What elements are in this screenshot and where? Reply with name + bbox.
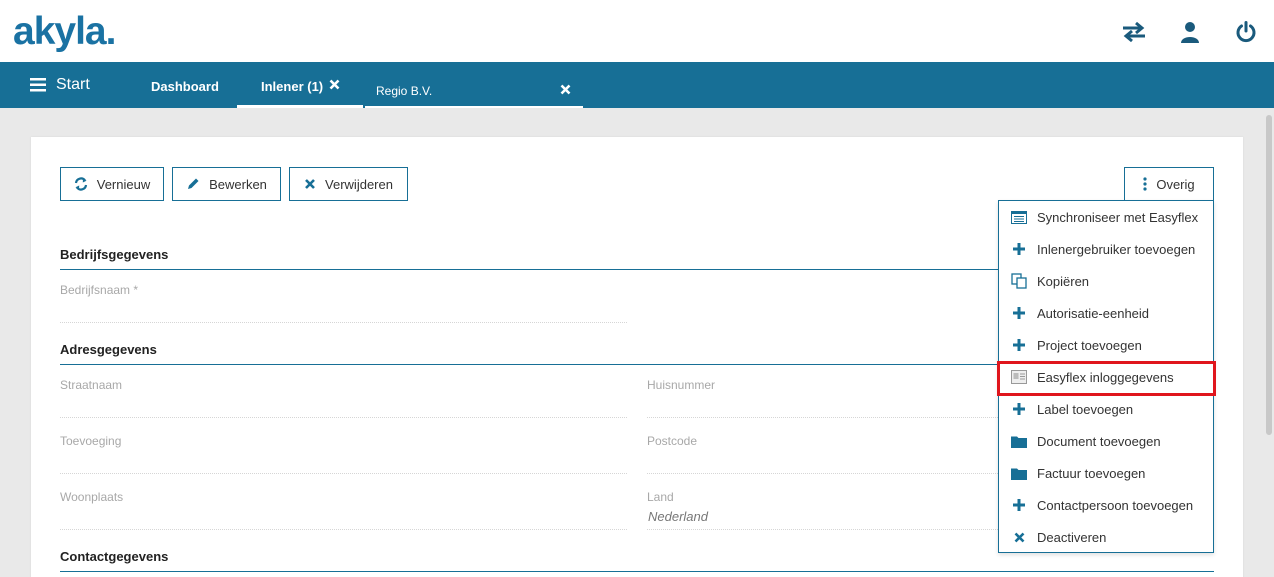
straatnaam-input[interactable] [60,417,627,418]
tab-regio[interactable]: Regio B.V. [365,62,583,108]
menu-item-label: Label toevoegen [1037,402,1134,417]
menu-item-inlenergebruiker[interactable]: Inlenergebruiker toevoegen [999,233,1213,265]
field-label-woonplaats: Woonplaats [60,490,124,504]
menu-item-factuur[interactable]: Factuur toevoegen [999,457,1213,489]
start-label: Start [56,76,90,93]
menu-item-deactiveren[interactable]: Deactiveren [999,521,1213,553]
vertical-dots-icon [1143,177,1147,191]
bedrijfsnaam-input[interactable] [60,322,627,323]
plus-icon [1011,497,1027,513]
field-label-straatnaam: Straatnaam [60,378,123,392]
tab-inlener[interactable]: Inlener (1) [237,62,363,108]
refresh-label: Vernieuw [96,176,151,192]
edit-button[interactable]: Bewerken [172,167,281,201]
section-title-bedrijfsgegevens: Bedrijfsgegevens [60,247,169,262]
woonplaats-input[interactable] [60,529,627,530]
menu-item-synchroniseer[interactable]: Synchroniseer met Easyflex [999,201,1213,233]
menu-item-kopieren[interactable]: Kopiëren [999,265,1213,297]
postcode-input[interactable] [647,473,998,474]
folder-icon [1011,465,1027,481]
list-icon [1011,209,1027,225]
land-input[interactable] [647,529,998,530]
delete-button[interactable]: Verwijderen [289,167,408,201]
land-value[interactable]: Nederland [648,509,708,524]
section-divider [60,571,1214,572]
tab-dashboard[interactable]: Dashboard [151,79,219,94]
field-label-toevoeging: Toevoeging [60,434,122,448]
section-title-adresgegevens: Adresgegevens [60,342,157,357]
user-icon[interactable] [1176,18,1204,46]
field-label-land: Land [647,490,674,504]
close-tab-icon[interactable] [560,84,571,98]
folder-icon [1011,433,1027,449]
menu-item-label: Deactiveren [1037,530,1107,545]
plus-icon [1011,305,1027,321]
plus-icon [1011,241,1027,257]
pencil-icon [188,178,199,189]
page-scrollbar[interactable] [1266,115,1272,435]
menu-item-label: Synchroniseer met Easyflex [1037,210,1199,225]
menu-item-autorisatie[interactable]: Autorisatie-eenheid [999,297,1213,329]
menu-item-label: Document toevoegen [1037,434,1161,449]
menu-item-label-toevoegen[interactable]: Label toevoegen [999,393,1213,425]
menu-item-label: Autorisatie-eenheid [1037,306,1150,321]
tab-inlener-label: Inlener (1) [261,79,324,94]
close-icon [1011,529,1027,545]
app-header: akyla. [0,0,1274,62]
start-menu-button[interactable]: Start [30,76,90,94]
main-navbar: Start Dashboard Inlener (1) Regio B.V. [0,62,1274,108]
highlight-box [997,361,1216,396]
menu-item-label: Contactpersoon toevoegen [1037,498,1194,513]
plus-icon [1011,401,1027,417]
field-label-huisnummer: Huisnummer [647,378,716,392]
edit-label: Bewerken [209,176,267,192]
menu-item-document[interactable]: Document toevoegen [999,425,1213,457]
field-label-bedrijfsnaam: Bedrijfsnaam * [60,283,139,297]
delete-label: Verwijderen [325,176,393,192]
field-label-postcode: Postcode [647,434,698,448]
power-icon[interactable] [1232,18,1260,46]
huisnummer-input[interactable] [647,417,998,418]
close-icon [305,179,315,189]
menu-item-project[interactable]: Project toevoegen [999,329,1213,361]
section-title-contactgegevens: Contactgegevens [60,549,169,564]
hamburger-icon [30,78,46,92]
copy-icon [1011,273,1027,289]
menu-item-label: Kopiëren [1037,274,1090,289]
menu-item-contactpersoon[interactable]: Contactpersoon toevoegen [999,489,1213,521]
refresh-icon [74,177,87,191]
menu-item-label: Project toevoegen [1037,338,1142,353]
tab-regio-label: Regio B.V. [376,84,433,98]
akyla-logo[interactable]: akyla. [13,10,116,54]
menu-item-label: Factuur toevoegen [1037,466,1146,481]
more-options-button[interactable]: Overig [1124,167,1214,201]
more-options-label: Overig [1156,176,1195,192]
close-tab-icon[interactable] [329,78,340,93]
plus-icon [1011,337,1027,353]
switch-arrows-icon[interactable] [1120,18,1148,46]
menu-item-label: Inlenergebruiker toevoegen [1037,242,1196,257]
toevoeging-input[interactable] [60,473,627,474]
refresh-button[interactable]: Vernieuw [60,167,164,201]
